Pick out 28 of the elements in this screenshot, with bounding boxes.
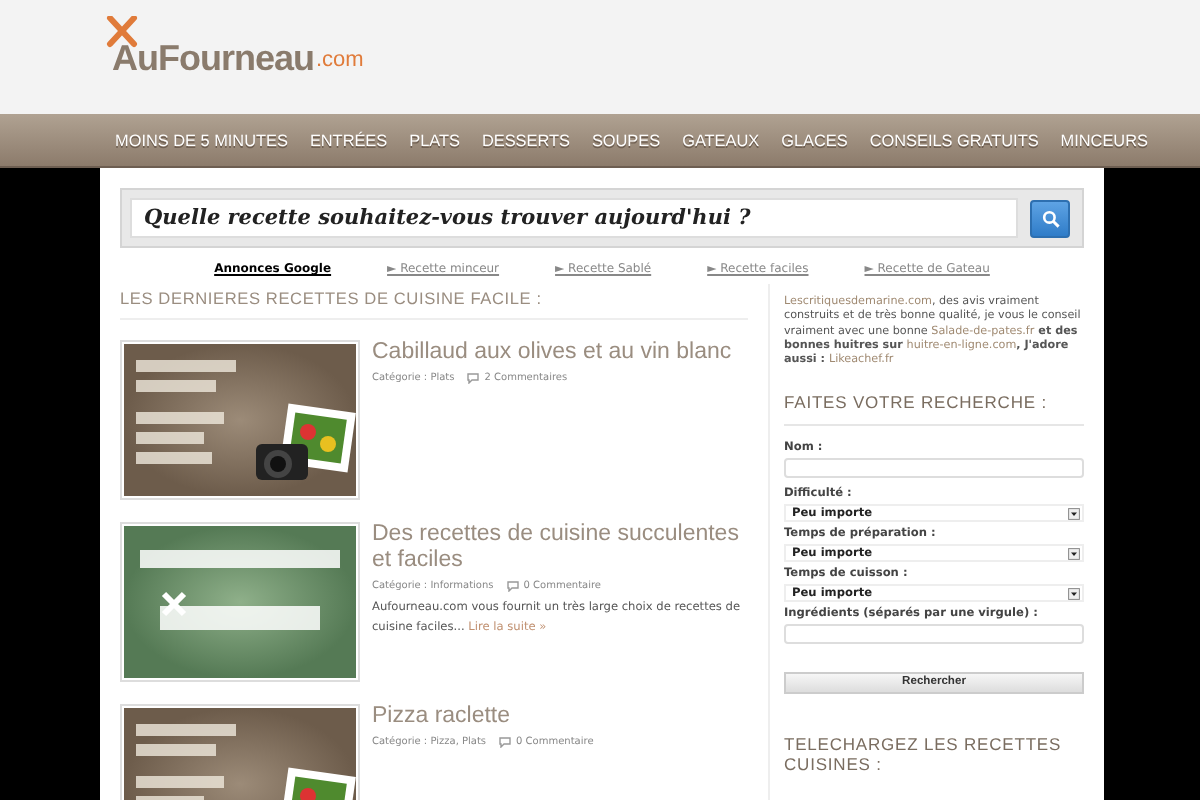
nav-link[interactable]: ENTRÉES	[298, 131, 399, 149]
logo-domain[interactable]: .com	[316, 45, 364, 76]
search-button[interactable]	[1030, 199, 1070, 237]
input-field[interactable]	[784, 458, 1084, 479]
logo-text[interactable]: AuFourneau	[112, 40, 314, 76]
dropdown-arrow-icon	[1068, 507, 1080, 520]
widget-title: FAITES VOTRE RECHERCHE :	[784, 384, 1084, 427]
widget-title: TELECHARGEZ LES RECETTES CUISINES :	[784, 731, 1064, 778]
dropdown-arrow-icon	[1068, 547, 1080, 560]
section-heading: LES DERNIERES RECETTES DE CUISINE FACILE :	[120, 284, 748, 320]
comment-icon	[466, 372, 481, 385]
post-title[interactable]: Pizza raclette	[372, 704, 594, 731]
input-field[interactable]	[784, 624, 1084, 645]
nav-link[interactable]: MOINS DE 5 MINUTES	[104, 131, 299, 149]
post-title[interactable]: Cabillaud aux olives et au vin blanc	[372, 340, 732, 367]
nav-link[interactable]: GATEAUX	[671, 131, 771, 149]
nav-link[interactable]: MINCEURS	[1049, 131, 1159, 149]
comment-icon	[505, 580, 520, 593]
nav-link[interactable]: SOUPES	[580, 131, 672, 149]
search-field[interactable]: Quelle recette souhaitez-vous trouver aujourd'hui ?	[130, 198, 1018, 238]
comment-icon	[498, 736, 513, 749]
nav-link[interactable]: PLATS	[398, 131, 471, 149]
post-title[interactable]: Des recettes de cuisine succulentes et faciles	[372, 522, 748, 575]
dropdown-arrow-icon	[1068, 587, 1080, 600]
search-icon	[1041, 209, 1059, 227]
nav-link[interactable]: CONSEILS GRATUITS	[858, 131, 1050, 149]
nav-link[interactable]: GLACES	[770, 131, 859, 149]
nav-link[interactable]: DESSERTS	[470, 131, 581, 149]
